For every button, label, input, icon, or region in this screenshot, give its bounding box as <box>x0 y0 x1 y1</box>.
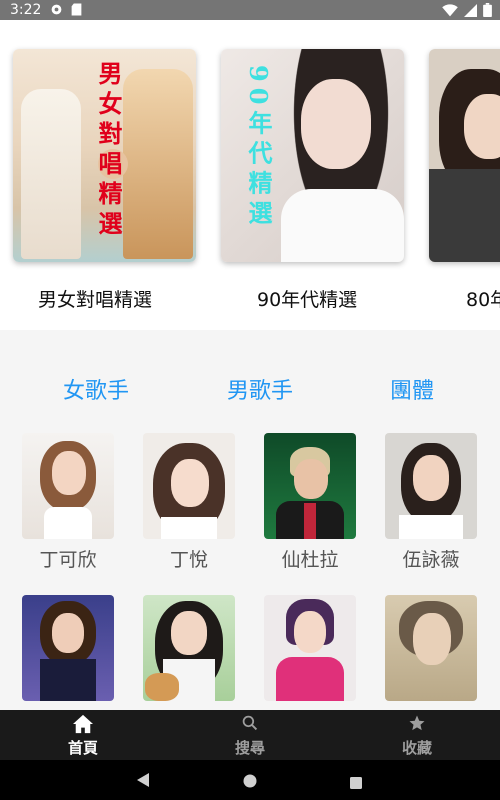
home-button-icon[interactable] <box>243 773 257 792</box>
photo-face <box>294 459 328 499</box>
album-cover-text: 90年代精選 <box>244 65 273 231</box>
photo-top <box>40 659 96 701</box>
photo-jacket <box>276 657 344 701</box>
search-icon <box>242 714 258 734</box>
cover-figure-left <box>21 89 81 259</box>
cover-dress <box>429 169 500 262</box>
home-icon <box>72 714 94 734</box>
star-icon <box>408 714 426 734</box>
artist-photo <box>264 433 356 539</box>
system-nav-bar <box>0 760 500 800</box>
artist-item[interactable] <box>22 595 114 701</box>
album-title[interactable]: 90年代精選 <box>257 285 357 312</box>
artist-photo <box>143 595 235 701</box>
artist-name: 丁悅 <box>169 549 208 571</box>
artist-item[interactable] <box>264 595 356 701</box>
artist-photo <box>22 433 114 539</box>
artist-item[interactable] <box>385 595 477 701</box>
status-time: 3:22 <box>10 2 42 18</box>
photo-top <box>44 507 92 539</box>
settings-icon <box>50 3 63 20</box>
photo-face <box>294 611 326 653</box>
photo-dog <box>145 673 179 701</box>
album-card-duet[interactable]: 男女對唱精選 <box>13 49 196 262</box>
wifi-icon <box>442 3 458 21</box>
back-icon[interactable] <box>136 772 150 792</box>
album-cover-text: 男女對唱精選 <box>94 61 123 241</box>
photo-tie <box>304 503 316 539</box>
album-title[interactable]: 80年 <box>466 285 500 312</box>
recents-icon[interactable] <box>350 774 362 793</box>
photo-face <box>413 613 451 665</box>
artist-photo <box>22 595 114 701</box>
artist-photo <box>264 595 356 701</box>
cover-face <box>464 94 500 159</box>
sd-card-icon <box>71 3 82 20</box>
photo-face <box>413 455 449 501</box>
cover-figure-right <box>123 69 193 259</box>
artist-name: 伍詠薇 <box>402 549 460 571</box>
nav-item-home[interactable]: 首頁 <box>23 710 143 760</box>
cover-face <box>301 79 371 169</box>
cover-shirt <box>281 189 404 262</box>
photo-face <box>171 459 209 507</box>
album-cover-80s <box>429 49 500 262</box>
status-bar: 3:22 <box>0 0 500 20</box>
signal-icon <box>464 3 477 21</box>
nav-label-home: 首頁 <box>67 739 98 757</box>
artist-item[interactable] <box>143 595 235 701</box>
album-cover-duet: 男女對唱精選 <box>13 49 196 262</box>
photo-face <box>52 613 84 653</box>
artist-name: 仙杜拉 <box>281 549 339 571</box>
photo-top <box>161 517 217 539</box>
artist-item[interactable]: 伍詠薇 <box>385 433 477 572</box>
album-carousel[interactable]: 男女對唱精選 男女對唱精選 90年代精選 90年代精選 80年 <box>0 20 500 330</box>
photo-face <box>52 451 86 495</box>
album-card-90s[interactable]: 90年代精選 <box>221 49 404 262</box>
battery-icon <box>483 3 492 21</box>
photo-face <box>171 611 207 655</box>
artist-item[interactable]: 丁可欣 <box>22 433 114 572</box>
tab-female-singers[interactable]: 女歌手 <box>63 373 129 405</box>
nav-item-search[interactable]: 搜尋 <box>190 710 310 760</box>
nav-label-favorites: 收藏 <box>401 739 432 757</box>
artist-photo <box>385 595 477 701</box>
album-cover-90s: 90年代精選 <box>221 49 404 262</box>
nav-item-favorites[interactable]: 收藏 <box>357 710 477 760</box>
bottom-nav: 首頁 搜尋 收藏 <box>0 710 500 760</box>
album-card-80s[interactable] <box>429 49 500 262</box>
artist-item[interactable]: 仙杜拉 <box>264 433 356 572</box>
nav-label-search: 搜尋 <box>234 739 265 757</box>
tab-groups[interactable]: 團體 <box>390 373 434 405</box>
album-title[interactable]: 男女對唱精選 <box>38 285 152 312</box>
artist-photo <box>385 433 477 539</box>
tab-male-singers[interactable]: 男歌手 <box>227 373 293 405</box>
artist-name: 丁可欣 <box>39 549 97 571</box>
photo-top <box>399 515 463 539</box>
artist-item[interactable]: 丁悅 <box>143 433 235 572</box>
artist-photo <box>143 433 235 539</box>
